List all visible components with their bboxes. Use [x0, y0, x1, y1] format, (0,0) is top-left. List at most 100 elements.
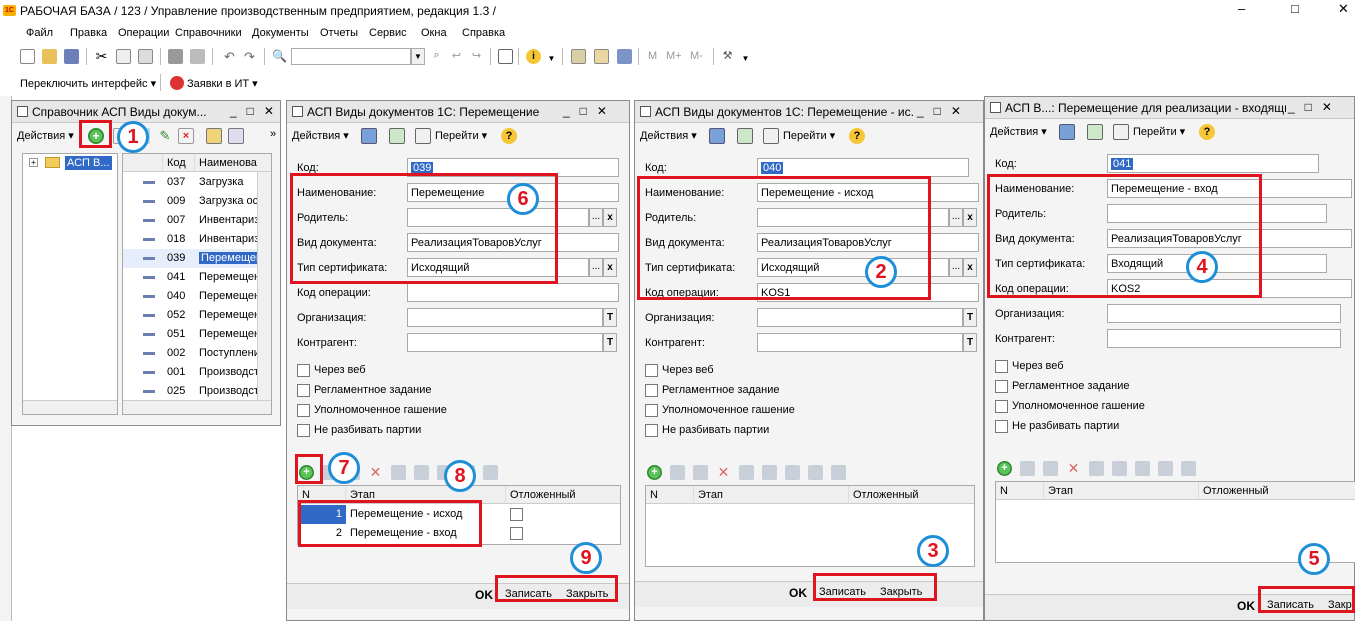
form3-add-stage-icon[interactable]: + [997, 461, 1012, 476]
form3-actions-menu[interactable]: Действия ▾ [990, 125, 1047, 138]
form1-cert-type-field[interactable]: Исходящий [407, 258, 589, 277]
form2-refresh-icon[interactable] [737, 128, 753, 144]
table-row[interactable]: 037 Загрузка [123, 173, 271, 192]
table-row[interactable]: 041 Перемещен [123, 268, 271, 287]
redo-icon[interactable]: ↷ [242, 49, 257, 64]
form3-sort-asc-icon[interactable] [1158, 461, 1173, 476]
form2-col-deferred-header[interactable]: Отложенный [849, 486, 974, 504]
form1-refresh-icon[interactable] [389, 128, 405, 144]
wrench-icon[interactable]: ⚒ [720, 49, 735, 64]
form2-move-down-icon[interactable] [785, 465, 800, 480]
catalog-window-controls[interactable]: _□✕ [230, 104, 284, 118]
col-name-header[interactable]: Наименова [195, 154, 271, 172]
col-code-header[interactable]: Код [163, 154, 195, 172]
form1-close-button[interactable]: Закрыть [566, 588, 608, 600]
form1-col-deferred-header[interactable]: Отложенный [506, 486, 620, 504]
form2-cert-type-clear-button[interactable]: x [963, 258, 977, 277]
form1-sort-desc-icon[interactable] [483, 465, 498, 480]
calendar-icon[interactable] [594, 49, 609, 64]
table-row[interactable]: 025 Производст [123, 382, 271, 401]
form2-cert-type-field[interactable]: Исходящий [757, 258, 949, 277]
form1-doc-type-field[interactable]: РеализацияТоваровУслуг [407, 233, 619, 252]
form1-add-stage-icon[interactable]: + [299, 465, 314, 480]
form2-code-field[interactable]: 040 [757, 158, 969, 177]
form2-scheduled-task-checkbox[interactable] [645, 384, 658, 397]
list-hscrollbar[interactable] [123, 400, 271, 414]
form2-edit-stage-icon[interactable] [693, 465, 708, 480]
form3-no-split-checkbox[interactable] [995, 420, 1008, 433]
form3-sort-desc-icon[interactable] [1181, 461, 1196, 476]
form2-no-split-checkbox[interactable] [645, 424, 658, 437]
search-all-icon[interactable]: ↪ [469, 49, 484, 64]
form2-counterparty-type-button[interactable]: T [963, 333, 977, 352]
form1-via-web-checkbox[interactable] [297, 364, 310, 377]
form1-col-n-header[interactable]: N [298, 486, 346, 504]
info-dropdown-icon[interactable]: ▼ [544, 49, 559, 64]
menu-edit[interactable]: Правка [70, 27, 107, 39]
copy-icon[interactable] [116, 49, 131, 64]
form3-parent-field[interactable] [1107, 204, 1327, 223]
form2-move-up-icon[interactable] [762, 465, 777, 480]
form2-goto-icon[interactable] [763, 128, 779, 144]
table-row[interactable]: 018 Инвентариз [123, 230, 271, 249]
form2-parent-field[interactable] [757, 208, 949, 227]
menu-reports[interactable]: Отчеты [320, 27, 358, 39]
form1-delete-stage-icon[interactable]: ✕ [368, 465, 383, 480]
menu-service[interactable]: Сервис [369, 27, 407, 39]
table-row[interactable]: 051 Перемещен [123, 325, 271, 344]
form3-save-stage-icon[interactable] [1089, 461, 1104, 476]
form1-counterparty-field[interactable] [407, 333, 603, 352]
table-row[interactable]: 001 Производст [123, 363, 271, 382]
info-icon[interactable]: i [526, 49, 541, 64]
form3-goto-menu[interactable]: Перейти ▾ [1133, 125, 1185, 138]
form2-ok-button[interactable]: OK [789, 586, 807, 600]
form1-goto-icon[interactable] [415, 128, 431, 144]
catalog-tree[interactable]: + АСП В... [22, 153, 118, 415]
form3-move-up-icon[interactable] [1112, 461, 1127, 476]
form1-col-stage-header[interactable]: Этап [346, 486, 506, 504]
table-row[interactable]: 009 Загрузка ос [123, 192, 271, 211]
form2-delete-stage-icon[interactable]: ✕ [716, 465, 731, 480]
catalog-delete-icon[interactable]: × [178, 128, 194, 144]
form2-close-button[interactable]: Закрыть [880, 586, 922, 598]
menu-windows[interactable]: Окна [421, 27, 447, 39]
form1-parent-select-button[interactable]: ... [589, 208, 603, 227]
list-vscrollbar[interactable] [257, 172, 271, 400]
form2-doc-type-field[interactable]: РеализацияТоваровУслуг [757, 233, 979, 252]
form2-add-stage-icon[interactable]: + [647, 465, 662, 480]
form3-col-deferred-header[interactable]: Отложенный [1199, 482, 1355, 500]
form3-organization-field[interactable] [1107, 304, 1341, 323]
form2-help-icon[interactable]: ? [849, 128, 865, 144]
menu-catalogs[interactable]: Справочники [175, 27, 242, 39]
table-row[interactable]: 039 Перемещен [123, 249, 271, 268]
form1-parent-field[interactable] [407, 208, 589, 227]
form3-code-field[interactable]: 041 [1107, 154, 1319, 173]
form1-counterparty-type-button[interactable]: T [603, 333, 617, 352]
stage-deferred-checkbox[interactable] [510, 527, 523, 540]
form1-cert-type-select-button[interactable]: ... [589, 258, 603, 277]
form1-authorized-cancel-checkbox[interactable] [297, 404, 310, 417]
catalog-list[interactable]: Код Наименова 037 Загрузка 009 Загрузка ос 0… [122, 153, 272, 415]
form1-save-stage-icon[interactable] [391, 465, 406, 480]
form2-sort-asc-icon[interactable] [808, 465, 823, 480]
switch-interface-button[interactable]: Переключить интерфейс ▾ [20, 77, 156, 90]
tree-root-label[interactable]: АСП В... [65, 156, 112, 170]
form1-move-up-icon[interactable] [414, 465, 429, 480]
tree-hscrollbar[interactable] [23, 400, 117, 414]
stage-deferred-checkbox[interactable] [510, 508, 523, 521]
form1-code-field[interactable]: 039 [407, 158, 619, 177]
cut-icon[interactable]: ✂ [94, 49, 109, 64]
undo-icon[interactable]: ↶ [222, 49, 237, 64]
form2-authorized-cancel-checkbox[interactable] [645, 404, 658, 417]
form1-stages-grid[interactable]: N Этап Отложенный 1 Перемещение - исход 2 Пере… [297, 485, 621, 545]
form2-goto-menu[interactable]: Перейти ▾ [783, 129, 835, 142]
paste-icon[interactable] [138, 49, 153, 64]
form1-window-controls[interactable]: _□✕ [563, 104, 617, 118]
table-row[interactable]: 040 Перемещен [123, 287, 271, 306]
table-row[interactable]: 1 Перемещение - исход [298, 505, 620, 524]
form1-organization-field[interactable] [407, 308, 603, 327]
save-icon[interactable] [64, 49, 79, 64]
menu-documents[interactable]: Документы [252, 27, 309, 39]
form1-scheduled-task-checkbox[interactable] [297, 384, 310, 397]
windows-icon[interactable] [498, 49, 513, 64]
